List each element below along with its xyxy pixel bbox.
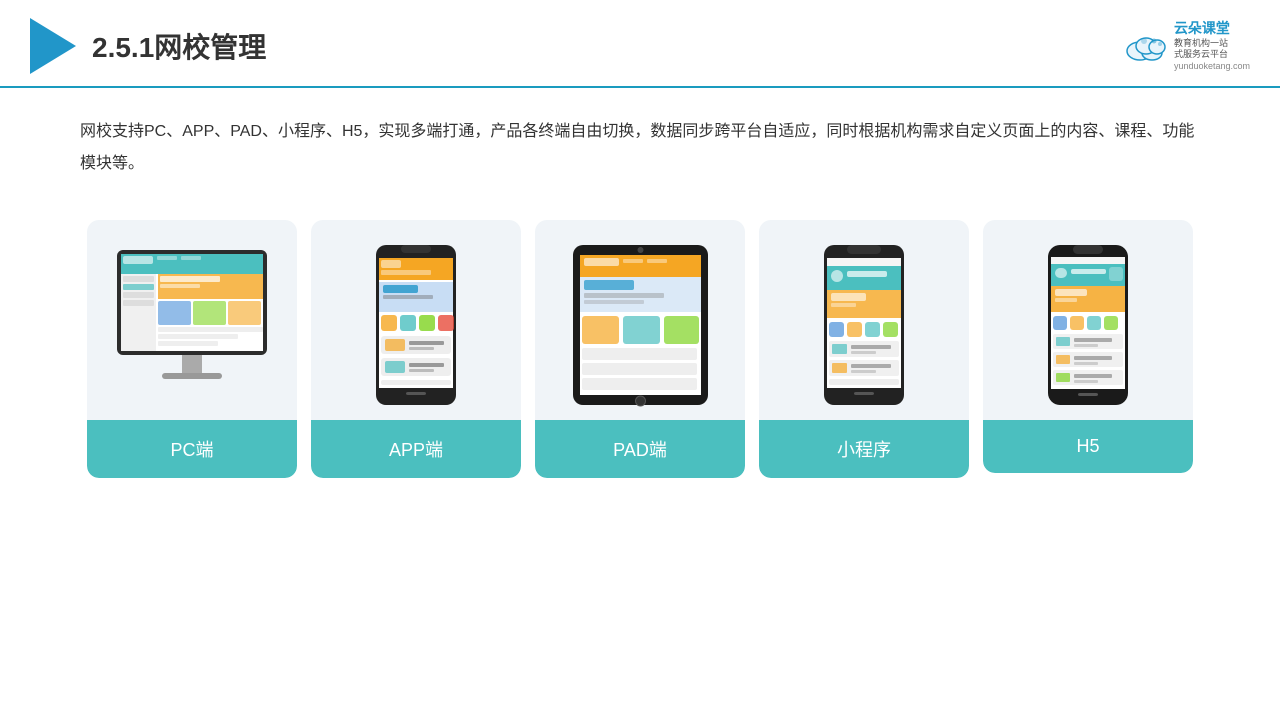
cloud-icon: [1124, 31, 1168, 61]
pad-tablet-icon: [568, 240, 713, 410]
h5-label: H5: [983, 420, 1193, 473]
description-text: 网校支持PC、APP、PAD、小程序、H5，实现多端打通，产品各终端自由切换，数…: [0, 88, 1280, 190]
h5-image-area: [983, 220, 1193, 420]
miniprogram-label: 小程序: [759, 420, 969, 478]
brand-url: yunduoketang.com: [1174, 61, 1250, 73]
app-phone-icon: [371, 240, 461, 410]
header: 2.5.1网校管理 云朵课堂 教育机构一站 式服务云平台 yunduoketan…: [0, 0, 1280, 88]
pc-card: PC端: [87, 220, 297, 478]
miniprogram-phone-icon: [819, 240, 909, 410]
brand-text: 云朵课堂 教育机构一站 式服务云平台 yunduoketang.com: [1174, 19, 1250, 72]
brand-logo: 云朵课堂 教育机构一站 式服务云平台 yunduoketang.com: [1124, 19, 1250, 72]
h5-card: H5: [983, 220, 1193, 473]
pad-card: PAD端: [535, 220, 745, 478]
miniprogram-card: 小程序: [759, 220, 969, 478]
header-left: 2.5.1网校管理: [30, 18, 266, 74]
h5-phone-icon: [1044, 241, 1132, 409]
logo-triangle-icon: [30, 18, 76, 74]
brand-slogan2: 式服务云平台: [1174, 49, 1250, 61]
miniprogram-image-area: [759, 220, 969, 420]
pc-label: PC端: [87, 420, 297, 478]
brand-name: 云朵课堂: [1174, 19, 1250, 37]
description-content: 网校支持PC、APP、PAD、小程序、H5，实现多端打通，产品各终端自由切换，数…: [80, 123, 1194, 172]
pc-image-area: [87, 220, 297, 420]
header-right: 云朵课堂 教育机构一站 式服务云平台 yunduoketang.com: [1124, 19, 1250, 72]
app-label: APP端: [311, 420, 521, 478]
pad-label: PAD端: [535, 420, 745, 478]
app-card: APP端: [311, 220, 521, 478]
page-title: 2.5.1网校管理: [92, 26, 266, 66]
pc-monitor-icon: [107, 240, 277, 410]
cards-container: PC端: [0, 190, 1280, 508]
brand-slogan1: 教育机构一站: [1174, 38, 1250, 50]
pad-image-area: [535, 220, 745, 420]
app-image-area: [311, 220, 521, 420]
